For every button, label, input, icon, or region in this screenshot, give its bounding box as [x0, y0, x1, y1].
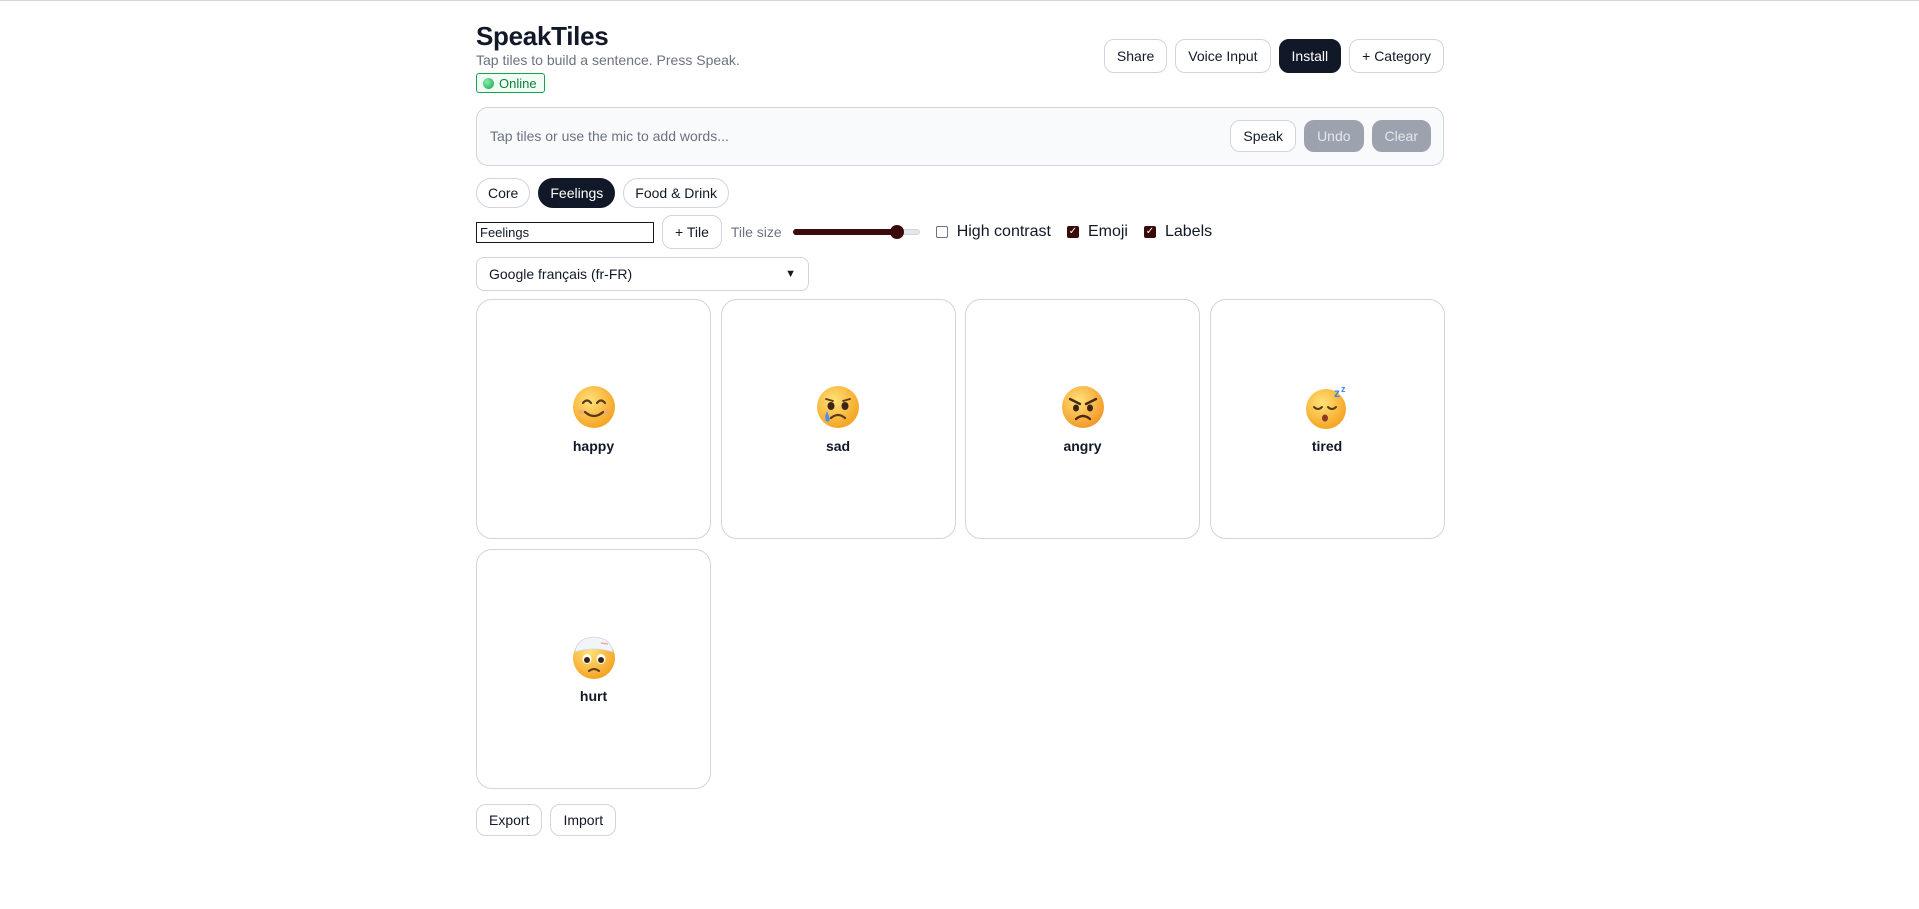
- sentence-placeholder: Tap tiles or use the mic to add words...: [490, 128, 729, 144]
- add-tile-button[interactable]: + Tile: [662, 215, 722, 249]
- tile-sad[interactable]: sad: [720, 299, 956, 539]
- add-category-button[interactable]: + Category: [1349, 39, 1444, 73]
- tab-food-drink[interactable]: Food & Drink: [623, 178, 729, 208]
- emoji-toggle[interactable]: ✓ Emoji: [1066, 223, 1128, 241]
- tile-size-slider[interactable]: [792, 225, 920, 239]
- controls-row: + Tile Tile size High contrast ✓ Emoji ✓…: [476, 215, 1444, 249]
- footer-actions: Export Import: [476, 804, 617, 836]
- export-button[interactable]: Export: [476, 804, 543, 836]
- bandaged-head-face-icon: [572, 636, 615, 679]
- app-container: SpeakTiles Tap tiles to build a sentence…: [476, 1, 1445, 836]
- undo-button[interactable]: Undo: [1304, 120, 1364, 152]
- svg-text:z: z: [1334, 386, 1340, 400]
- slider-thumb[interactable]: [889, 225, 904, 239]
- labels-label: Labels: [1164, 223, 1213, 240]
- sleeping-face-icon: z z: [1306, 384, 1346, 429]
- tile-grid: happy sad angry z z tired hurt: [476, 299, 1445, 789]
- high-contrast-label: High contrast: [956, 223, 1051, 240]
- share-button[interactable]: Share: [1103, 39, 1168, 73]
- status-dot-icon: [483, 77, 494, 89]
- clear-button[interactable]: Clear: [1371, 120, 1431, 152]
- tile-label: tired: [1311, 438, 1343, 454]
- header: SpeakTiles Tap tiles to build a sentence…: [476, 1, 1444, 101]
- voice-select[interactable]: Google français (fr-FR) ▼: [476, 257, 809, 291]
- install-button[interactable]: Install: [1278, 39, 1342, 73]
- labels-toggle[interactable]: ✓ Labels: [1143, 223, 1213, 241]
- tile-angry[interactable]: angry: [965, 299, 1200, 539]
- tile-size-label: Tile size: [730, 224, 782, 240]
- smiling-face-icon: [572, 386, 615, 428]
- tile-happy[interactable]: happy: [476, 299, 711, 539]
- page-title: SpeakTiles: [476, 21, 609, 51]
- sentence-actions: Speak Undo Clear: [1230, 120, 1431, 152]
- sentence-bar[interactable]: Tap tiles or use the mic to add words...…: [476, 107, 1444, 166]
- tile-label: happy: [572, 438, 615, 454]
- emoji-label: Emoji: [1087, 223, 1128, 240]
- crying-face-icon: [817, 386, 859, 428]
- tile-label: sad: [825, 438, 851, 454]
- chevron-down-icon: ▼: [785, 268, 796, 280]
- high-contrast-checkbox[interactable]: [935, 226, 948, 238]
- tab-feelings[interactable]: Feelings: [538, 178, 616, 208]
- page-subtitle: Tap tiles to build a sentence. Press Spe…: [476, 52, 740, 68]
- tile-tired[interactable]: z z tired: [1209, 299, 1445, 539]
- status-badge: Online: [476, 73, 545, 93]
- slider-fill: [792, 229, 897, 235]
- category-name-input[interactable]: [476, 221, 654, 243]
- svg-text:z: z: [1341, 384, 1346, 394]
- speak-button[interactable]: Speak: [1230, 120, 1297, 152]
- header-actions: Share Voice Input Install + Category: [1103, 39, 1444, 73]
- tile-label: angry: [1063, 438, 1102, 454]
- labels-checkbox[interactable]: ✓: [1143, 226, 1156, 238]
- tile-hurt[interactable]: hurt: [476, 549, 711, 789]
- high-contrast-toggle[interactable]: High contrast: [935, 223, 1051, 241]
- tab-core[interactable]: Core: [476, 178, 531, 208]
- tile-label: hurt: [579, 688, 608, 704]
- voice-select-value: Google français (fr-FR): [489, 266, 633, 282]
- category-tabs: Core Feelings Food & Drink: [476, 178, 729, 208]
- status-text: Online: [499, 75, 537, 91]
- import-button[interactable]: Import: [550, 804, 617, 836]
- angry-face-icon: [1061, 386, 1104, 428]
- emoji-checkbox[interactable]: ✓: [1066, 226, 1079, 238]
- voice-input-button[interactable]: Voice Input: [1175, 39, 1271, 73]
